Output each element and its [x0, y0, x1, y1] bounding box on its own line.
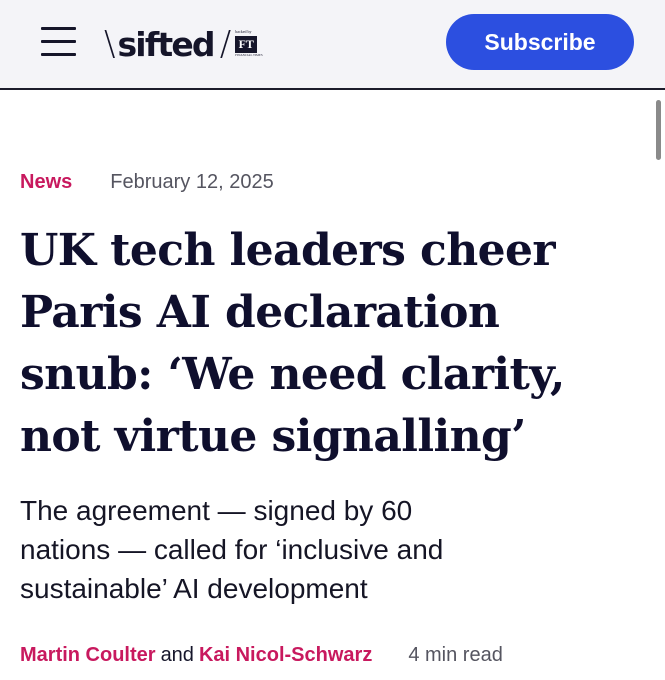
byline-conjunction: and [160, 643, 194, 666]
publish-date: February 12, 2025 [110, 170, 274, 193]
article-meta: News February 12, 2025 [20, 168, 274, 196]
article-byline: Martin Coulter and Kai Nicol-Schwarz 4 m… [20, 641, 503, 669]
category-link[interactable]: News [20, 171, 72, 194]
subscribe-button[interactable]: Subscribe [446, 14, 634, 70]
sifted-logo[interactable]: \ sifted / backed by FT FINANCIAL TIMES [104, 16, 263, 72]
hamburger-menu-icon[interactable] [40, 24, 78, 60]
read-time: 4 min read [408, 643, 503, 666]
article-headline: UK tech leaders cheer Paris AI declarati… [20, 225, 565, 462]
scrollbar-thumb[interactable] [656, 100, 661, 160]
author-link[interactable]: Kai Nicol-Schwarz [199, 644, 372, 667]
ft-logo: backed by FT FINANCIAL TIMES [235, 22, 263, 66]
ft-mark: FT [235, 36, 258, 53]
author-link[interactable]: Martin Coulter [20, 644, 156, 667]
ft-backed-by-text: backed by [235, 29, 252, 34]
logo-wordmark: sifted [117, 24, 215, 64]
ft-name-text: FINANCIAL TIMES [235, 53, 263, 57]
logo-divider: / [219, 24, 232, 64]
site-header: \ sifted / backed by FT FINANCIAL TIMES … [0, 0, 665, 90]
article-subheadline: The agreement — signed by 60 nations — c… [20, 495, 444, 604]
logo-slash: \ [104, 24, 116, 64]
